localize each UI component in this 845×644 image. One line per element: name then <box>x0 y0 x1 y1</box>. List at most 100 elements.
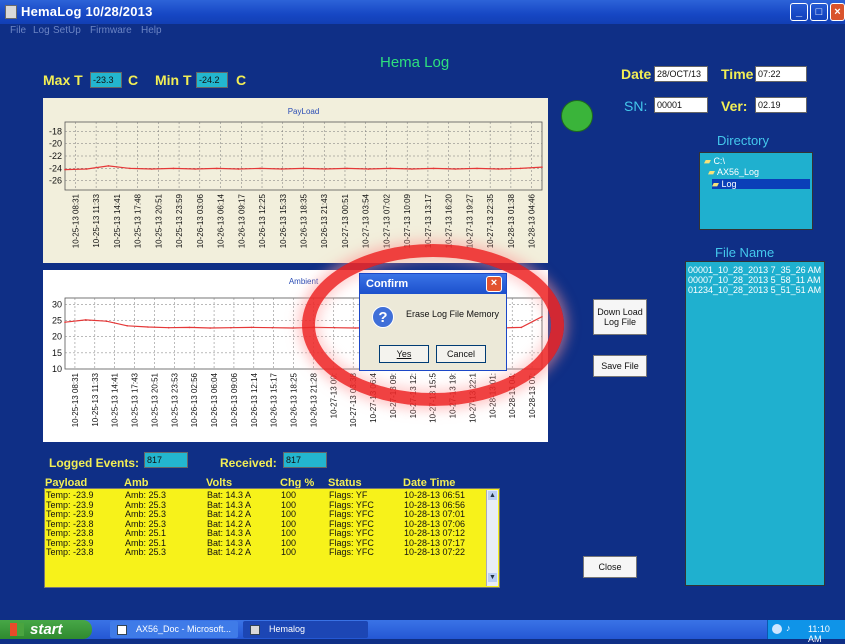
menu-firmware[interactable]: Firmware <box>90 25 132 36</box>
x-tick-label: 10-26-13 18:35 <box>300 193 309 248</box>
x-tick-label: 10-25-13 20:51 <box>154 193 163 248</box>
x-tick-label: 10-26-13 18:25 <box>290 372 299 427</box>
folder-icon: ▰ <box>708 167 715 177</box>
dir-item-ax56[interactable]: ▰ AX56_Log <box>708 167 759 177</box>
data-point <box>64 321 66 323</box>
data-point <box>129 167 131 170</box>
maximize-button[interactable]: □ <box>810 3 828 21</box>
table-cell: Flags: YFC <box>329 528 374 538</box>
table-cell: Temp: -23.9 <box>46 490 94 500</box>
close-button[interactable]: Close <box>583 556 637 578</box>
window-titlebar[interactable]: HemaLog 10/28/2013 _ □ × <box>0 0 845 24</box>
data-point <box>432 167 435 170</box>
yes-button[interactable]: Yes <box>379 345 429 363</box>
window-title: HemaLog 10/28/2013 <box>21 4 153 19</box>
task-hemalog[interactable]: Hemalog <box>243 621 368 638</box>
file-item[interactable]: 00001_10_28_2013 7_35_26 AM <box>688 265 821 275</box>
sn-field[interactable]: 00001 <box>654 97 708 113</box>
y-tick-label: 20 <box>52 332 62 342</box>
volume-icon[interactable]: ♪ <box>786 623 791 633</box>
data-point <box>209 327 211 329</box>
table-cell: Temp: -23.9 <box>46 509 94 519</box>
data-point <box>346 167 348 170</box>
table-cell: 100 <box>281 547 297 557</box>
data-point <box>541 166 543 168</box>
y-tick-label: 25 <box>52 316 62 326</box>
status-indicator <box>561 100 593 132</box>
x-tick-label: 10-27-13 07:02 <box>382 193 391 248</box>
table-cell: Bat: 14.3 A <box>207 490 252 500</box>
data-point <box>259 167 261 170</box>
data-point <box>194 168 196 170</box>
x-tick-label: 10-25-13 23:53 <box>170 372 179 427</box>
x-tick-label: 10-26-13 06:14 <box>217 193 226 248</box>
menu-help[interactable]: Help <box>141 25 162 36</box>
x-tick-label: 10-25-13 20:51 <box>150 372 159 427</box>
x-tick-label: 10-25-13 17:48 <box>134 193 143 248</box>
data-point <box>411 168 413 170</box>
dialog-titlebar[interactable]: Confirm × <box>360 274 506 294</box>
menu-setup[interactable]: SetUp <box>53 25 81 36</box>
x-tick-label: 10-25-13 14:41 <box>113 193 122 248</box>
received-field[interactable]: 817 <box>283 452 327 468</box>
min-t-field[interactable]: -24.2 <box>196 72 228 88</box>
x-tick-label: 10-26-13 15:33 <box>279 193 288 248</box>
dir-item-log-selected[interactable]: ▰ Log <box>712 179 810 189</box>
table-cell: Bat: 14.3 A <box>207 528 252 538</box>
logged-events-field[interactable]: 817 <box>144 452 188 468</box>
task-ax56-doc[interactable]: AX56_Doc - Microsoft... <box>110 621 238 638</box>
file-name-label: File Name <box>715 245 775 260</box>
minimize-button[interactable]: _ <box>790 3 808 21</box>
file-list[interactable]: 00001_10_28_2013 7_35_26 AM 00007_10_28_… <box>685 261 825 586</box>
start-button[interactable]: start <box>0 620 92 639</box>
data-point <box>107 165 110 167</box>
table-cell: Bat: 14.2 A <box>207 547 252 557</box>
x-tick-label: 10-27-13 19:27 <box>465 193 474 248</box>
data-point <box>497 168 500 170</box>
directory-tree[interactable]: ▰ C:\ ▰ AX56_Log ▰ Log <box>699 152 813 230</box>
table-cell: Amb: 25.1 <box>125 528 167 538</box>
ver-label: Ver: <box>721 98 748 114</box>
time-field[interactable]: 07:22 <box>755 66 807 82</box>
y-tick-label: -26 <box>49 176 62 186</box>
min-t-label: Min T <box>155 72 192 88</box>
max-t-unit: C <box>128 72 139 88</box>
max-t-field[interactable]: -23.3 <box>90 72 122 88</box>
windows-logo-icon <box>10 623 24 636</box>
table-cell: 100 <box>281 509 297 519</box>
download-log-button[interactable]: Down Load Log File <box>593 299 647 335</box>
log-table[interactable]: Temp: -23.9 Amb: 25.3 Bat: 14.3 A 100 Flags:… <box>44 488 500 588</box>
x-tick-label: 10-26-13 09:17 <box>237 193 246 248</box>
data-point <box>271 326 274 329</box>
tray-arrow-icon[interactable] <box>772 624 782 634</box>
ver-field[interactable]: 02.19 <box>755 97 807 113</box>
save-file-button[interactable]: Save File <box>593 355 647 377</box>
y-tick-label: -24 <box>49 163 62 173</box>
menu-log[interactable]: Log <box>33 25 50 36</box>
x-tick-label: 10-25-13 17:43 <box>131 372 140 427</box>
menu-bar: File Log SetUp Firmware Help <box>0 24 845 39</box>
payload-chart-panel: PayLoad -18 -20 -22 -24 -26 10-25-13 08:31 10-2… <box>43 98 548 263</box>
scroll-down-icon[interactable]: ▼ <box>488 573 497 582</box>
file-item[interactable]: 01234_10_28_2013 5_51_51 AM <box>688 285 821 295</box>
date-field[interactable]: 28/OCT/13 <box>654 66 708 82</box>
scroll-up-icon[interactable]: ▲ <box>488 491 497 500</box>
sn-label: SN: <box>624 98 648 114</box>
table-cell: 100 <box>281 490 297 500</box>
data-point <box>126 325 128 327</box>
file-item[interactable]: 00007_10_28_2013 5_58_11 AM <box>688 275 820 285</box>
cancel-button[interactable]: Cancel <box>436 345 486 363</box>
start-label: start <box>30 621 63 638</box>
table-cell: Amb: 25.3 <box>125 490 167 500</box>
data-point <box>172 167 175 170</box>
menu-file[interactable]: File <box>10 25 26 36</box>
system-tray: ♪ 11:10 AM <box>767 620 845 644</box>
close-window-button[interactable]: × <box>830 3 845 21</box>
dialog-close-icon[interactable]: × <box>486 276 502 292</box>
table-scrollbar[interactable]: ▲ ▼ <box>486 490 498 586</box>
data-point <box>324 168 327 170</box>
dir-item-root[interactable]: ▰ C:\ <box>704 156 725 166</box>
x-tick-label: 10-28-13 01:38 <box>507 193 516 248</box>
app-icon <box>5 5 17 19</box>
x-tick-label: 10-27-13 22:35 <box>486 193 495 248</box>
